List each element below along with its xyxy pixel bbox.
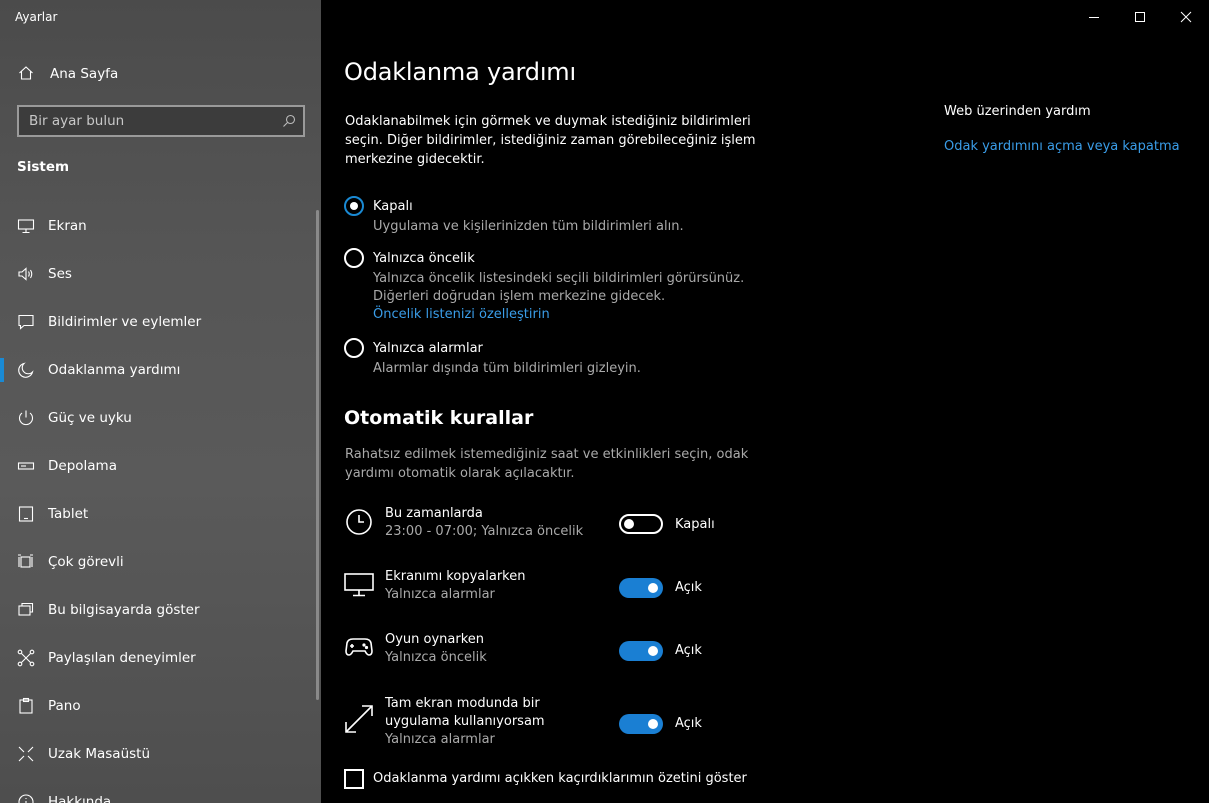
sidebar-item-label: Bu bilgisayarda göster: [48, 602, 200, 618]
minimize-button[interactable]: [1071, 0, 1117, 34]
sidebar-item-label: Ekran: [48, 218, 87, 234]
minimize-icon: [1089, 17, 1099, 18]
sidebar-item-label: Hakkında: [48, 794, 112, 803]
sidebar-item-label: Uzak Masaüstü: [48, 746, 151, 762]
sidebar-item-tablet[interactable]: Tablet: [0, 490, 321, 538]
help-title: Web üzerinden yardım: [944, 104, 1091, 119]
sidebar-item-label: Bildirimler ve eylemler: [48, 314, 202, 330]
radio-description: Alarmlar dışında tüm bildirimleri gizley…: [373, 361, 641, 376]
radio-label: Kapalı: [373, 199, 413, 214]
sidebar-item-label: Tablet: [48, 506, 89, 522]
moon-icon: [18, 362, 34, 378]
fullscreen-icon: [345, 705, 373, 733]
multitask-icon: [18, 554, 33, 568]
main-content: Odaklanma yardımı Odaklanabilmek için gö…: [321, 0, 1209, 803]
home-label: Ana Sayfa: [50, 66, 119, 82]
rule-title: Bu zamanlarda: [385, 506, 483, 521]
clipboard-icon: [19, 697, 33, 714]
app-title: Ayarlar: [15, 10, 58, 24]
section-title: Sistem: [17, 159, 70, 175]
sidebar-item-label: Odaklanma yardımı: [48, 362, 181, 378]
sidebar-scrollbar[interactable]: [316, 210, 319, 700]
automatic-rules-description: Rahatsız edilmek istemediğiniz saat ve e…: [345, 447, 749, 481]
sidebar-item-goster[interactable]: Bu bilgisayarda göster: [0, 586, 321, 634]
toggle-state: Açık: [675, 716, 702, 731]
sidebar-item-pano[interactable]: Pano: [0, 682, 321, 730]
customize-priority-link[interactable]: Öncelik listenizi özelleştirin: [373, 306, 813, 324]
toggle-switch[interactable]: [619, 578, 663, 598]
toggle-state: Açık: [675, 580, 702, 595]
sidebar-item-bildirimler[interactable]: Bildirimler ve eylemler: [0, 298, 321, 346]
search-icon[interactable]: [282, 114, 296, 128]
remote-desktop-icon: [18, 746, 34, 762]
power-icon: [18, 410, 34, 426]
radio-description: Uygulama ve kişilerinizden tüm bildiriml…: [373, 219, 684, 234]
sidebar-item-label: Pano: [48, 698, 81, 714]
home-button[interactable]: Ana Sayfa: [0, 60, 321, 88]
radio-label: Yalnızca alarmlar: [373, 341, 483, 356]
rule-subtitle: 23:00 - 07:00; Yalnızca öncelik: [385, 524, 584, 539]
sidebar-item-label: Paylaşılan deneyimler: [48, 650, 196, 666]
nav-list: Ekran Ses Bildirimler ve eylemler Odakla…: [0, 202, 321, 803]
help-link[interactable]: Odak yardımını açma veya kapatma: [944, 139, 1180, 154]
project-icon: [18, 602, 34, 616]
radio-button[interactable]: [344, 338, 364, 358]
close-icon: [1180, 11, 1192, 23]
toggle-switch[interactable]: [619, 714, 663, 734]
rule-title: Tam ekran modunda bir uygulama kullanıyo…: [385, 696, 545, 729]
storage-icon: [17, 462, 35, 470]
display-icon: [344, 573, 374, 597]
page-title: Odaklanma yardımı: [344, 58, 576, 86]
monitor-icon: [17, 219, 35, 234]
notification-icon: [18, 314, 34, 330]
rule-subtitle: Yalnızca öncelik: [385, 650, 487, 665]
sidebar: Ayarlar Ana Sayfa Sistem Ekran Ses Bildi…: [0, 0, 321, 803]
sidebar-item-paylasilan[interactable]: Paylaşılan deneyimler: [0, 634, 321, 682]
speaker-icon: [18, 267, 33, 281]
radio-description: Yalnızca öncelik listesindeki seçili bil…: [373, 271, 745, 304]
intro-text: Odaklanabilmek için görmek ve duymak ist…: [345, 114, 756, 167]
gamepad-icon: [345, 638, 373, 656]
radio-button[interactable]: [344, 248, 364, 268]
sidebar-item-ekran[interactable]: Ekran: [0, 202, 321, 250]
tablet-icon: [18, 506, 34, 522]
sidebar-item-label: Çok görevli: [48, 554, 124, 570]
sidebar-item-label: Depolama: [48, 458, 117, 474]
help-panel: Web üzerinden yardım Odak yardımını açma…: [944, 104, 1180, 154]
toggle-state: Kapalı: [675, 517, 715, 532]
toggle-switch[interactable]: [619, 514, 663, 534]
sidebar-item-label: Güç ve uyku: [48, 410, 132, 426]
summary-checkbox[interactable]: [344, 769, 364, 789]
rule-title: Oyun oynarken: [385, 632, 485, 647]
sidebar-item-cok-gorevli[interactable]: Çok görevli: [0, 538, 321, 586]
toggle-state: Açık: [675, 643, 702, 658]
window-controls: [1071, 0, 1209, 34]
sidebar-item-label: Ses: [48, 266, 72, 282]
rule-subtitle: Yalnızca alarmlar: [385, 732, 495, 747]
rule-subtitle: Yalnızca alarmlar: [385, 587, 495, 602]
sidebar-item-guc[interactable]: Güç ve uyku: [0, 394, 321, 442]
home-icon: [19, 66, 33, 80]
search-box[interactable]: [17, 105, 305, 137]
shared-icon: [17, 649, 35, 667]
sidebar-item-uzak-masaustu[interactable]: Uzak Masaüstü: [0, 730, 321, 778]
search-input[interactable]: [19, 107, 269, 135]
sidebar-item-ses[interactable]: Ses: [0, 250, 321, 298]
automatic-rules-title: Otomatik kurallar: [344, 407, 534, 429]
sidebar-item-odaklanma[interactable]: Odaklanma yardımı: [0, 346, 321, 394]
clock-icon: [346, 509, 372, 535]
toggle-switch[interactable]: [619, 641, 663, 661]
rule-title: Ekranımı kopyalarken: [385, 569, 526, 584]
maximize-icon: [1135, 12, 1145, 22]
info-icon: [18, 794, 34, 803]
radio-label: Yalnızca öncelik: [373, 251, 475, 266]
summary-checkbox-label: Odaklanma yardımı açıkken kaçırdıklarımı…: [373, 771, 747, 786]
maximize-button[interactable]: [1117, 0, 1163, 34]
radio-button[interactable]: [344, 196, 364, 216]
sidebar-item-depolama[interactable]: Depolama: [0, 442, 321, 490]
sidebar-item-hakkinda[interactable]: Hakkında: [0, 778, 321, 803]
close-button[interactable]: [1163, 0, 1209, 34]
